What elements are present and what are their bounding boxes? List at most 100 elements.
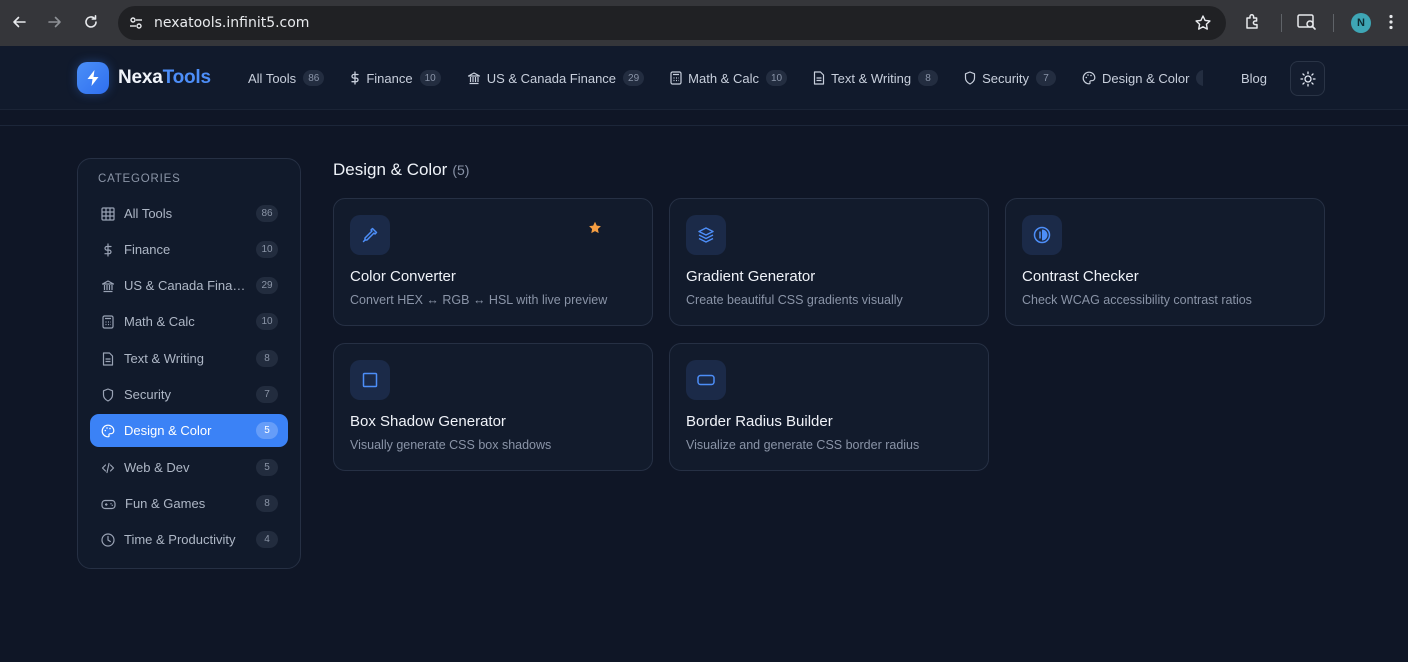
- sidebar-item-web-dev[interactable]: Web & Dev 5: [90, 451, 288, 484]
- eyedropper-icon: [350, 215, 390, 255]
- document-icon: [813, 71, 831, 85]
- sidebar-item-label: Security: [124, 387, 171, 402]
- sidebar-item-time-productivity[interactable]: Time & Productivity 4: [90, 523, 288, 556]
- logo-bolt-icon[interactable]: [77, 62, 109, 94]
- sidebar-item-security[interactable]: Security 7: [90, 378, 288, 411]
- card-title: Box Shadow Generator: [350, 413, 506, 430]
- contrast-icon: [1022, 215, 1062, 255]
- document-icon: [101, 351, 124, 366]
- topnav-label: All Tools: [248, 70, 297, 86]
- count-badge: 86: [303, 70, 325, 86]
- topnav-label: Text & Writing: [831, 70, 912, 86]
- card-title: Gradient Generator: [686, 268, 816, 285]
- square-icon: [350, 360, 390, 400]
- profile-avatar[interactable]: N: [1351, 13, 1371, 33]
- more-menu-icon[interactable]: [1389, 14, 1393, 30]
- count-badge: 29: [256, 277, 278, 294]
- favorite-star-icon[interactable]: [588, 221, 602, 235]
- card-description: Create beautiful CSS gradients visually: [686, 293, 903, 307]
- tool-card-color-converter[interactable]: Color Converter Convert HEX ↔ RGB ↔ HSL …: [333, 198, 653, 326]
- count-badge: 10: [765, 70, 788, 86]
- logo[interactable]: NexaTools: [118, 67, 211, 89]
- count-badge: 5: [1196, 70, 1203, 86]
- sidebar-item-label: All Tools: [124, 206, 173, 221]
- card-title: Contrast Checker: [1022, 268, 1139, 285]
- layers-icon: [686, 215, 726, 255]
- topnav-us-canada-finance[interactable]: US & Canada Finance 29: [467, 68, 645, 88]
- palette-icon: [101, 424, 124, 438]
- count-badge: 86: [256, 205, 278, 222]
- count-badge: 10: [256, 313, 278, 330]
- tool-card-border-radius-builder[interactable]: Border Radius Builder Visualize and gene…: [669, 343, 989, 471]
- tool-card-box-shadow-generator[interactable]: Box Shadow Generator Visually generate C…: [333, 343, 653, 471]
- sidebar-heading: CATEGORIES: [98, 173, 181, 185]
- page-title: Design & Color (5): [333, 160, 470, 179]
- site-header: NexaTools All Tools 86 Finance 10 US & C…: [0, 46, 1408, 126]
- count-badge: 29: [623, 70, 645, 86]
- count-badge: 10: [419, 70, 441, 86]
- count-badge: 8: [256, 350, 278, 367]
- count-badge: 4: [256, 531, 278, 548]
- card-title: Border Radius Builder: [686, 413, 833, 430]
- bank-icon: [467, 71, 487, 85]
- card-description: Visualize and generate CSS border radius: [686, 438, 920, 452]
- tab-search-icon[interactable]: [1296, 12, 1318, 32]
- tool-card-contrast-checker[interactable]: Contrast Checker Check WCAG accessibilit…: [1005, 198, 1325, 326]
- topnav-label: Design & Color: [1102, 70, 1190, 86]
- gamepad-icon: [101, 497, 125, 511]
- count-badge: 8: [918, 70, 939, 86]
- bookmark-star-icon[interactable]: [1194, 14, 1212, 32]
- topnav-security[interactable]: Security 7: [964, 68, 1057, 88]
- sidebar-item-label: Web & Dev: [124, 460, 190, 475]
- topnav-finance[interactable]: Finance 10: [350, 68, 441, 88]
- sidebar-item-fun-games[interactable]: Fun & Games 8: [90, 487, 288, 520]
- grid-icon: [101, 206, 124, 221]
- count-badge: 7: [1036, 70, 1057, 86]
- topnav-label: Security: [982, 70, 1030, 86]
- sidebar-item-all-tools[interactable]: All Tools 86: [90, 197, 288, 230]
- bank-icon: [101, 279, 124, 293]
- count-badge: 10: [256, 241, 278, 258]
- sidebar-item-text-writing[interactable]: Text & Writing 8: [90, 342, 288, 375]
- dollar-icon: [101, 242, 124, 257]
- sidebar-item-label: Fun & Games: [125, 496, 206, 511]
- palette-icon: [1082, 71, 1102, 85]
- topnav-label: Math & Calc: [688, 70, 759, 86]
- topnav-design-color[interactable]: Design & Color 5: [1082, 68, 1203, 88]
- sidebar-item-label: US & Canada Finance: [124, 278, 254, 293]
- theme-toggle-button[interactable]: [1290, 61, 1325, 96]
- topnav-all-tools[interactable]: All Tools 86: [248, 68, 325, 88]
- code-icon: [101, 461, 124, 475]
- card-description: Check WCAG accessibility contrast ratios: [1022, 293, 1252, 307]
- sidebar-item-finance[interactable]: Finance 10: [90, 233, 288, 266]
- topnav-math-calc[interactable]: Math & Calc 10: [670, 68, 788, 88]
- url-text[interactable]: nexatools.infinit5.com: [154, 15, 309, 31]
- count-badge: 8: [256, 495, 278, 512]
- back-icon[interactable]: [8, 11, 30, 33]
- site-settings-icon[interactable]: [128, 15, 144, 31]
- topnav-label: Finance: [366, 70, 413, 86]
- card-title: Color Converter: [350, 268, 456, 285]
- shield-icon: [964, 71, 982, 85]
- sidebar-item-label: Design & Color: [124, 423, 212, 438]
- sidebar-item-math-calc[interactable]: Math & Calc 10: [90, 305, 288, 338]
- tool-card-gradient-generator[interactable]: Gradient Generator Create beautiful CSS …: [669, 198, 989, 326]
- rounded-rect-icon: [686, 360, 726, 400]
- extensions-icon[interactable]: [1243, 12, 1263, 32]
- sidebar-item-us-canada-finance[interactable]: US & Canada Finance 29: [90, 269, 288, 302]
- topnav-text-writing[interactable]: Text & Writing 8: [813, 68, 939, 88]
- tool-count: (5): [452, 162, 470, 178]
- toolbar-divider: [1281, 14, 1282, 32]
- calculator-icon: [670, 71, 688, 85]
- sidebar-item-design-color[interactable]: Design & Color 5: [90, 414, 288, 447]
- sidebar-item-label: Math & Calc: [124, 314, 195, 329]
- count-badge: 5: [256, 459, 278, 476]
- address-bar[interactable]: nexatools.infinit5.com: [118, 6, 1226, 40]
- reload-icon[interactable]: [80, 11, 102, 33]
- topnav-label: US & Canada Finance: [486, 70, 617, 86]
- browser-toolbar: nexatools.infinit5.com N: [0, 0, 1408, 46]
- dollar-icon: [350, 71, 366, 85]
- forward-icon[interactable]: [44, 11, 66, 33]
- top-navigation: All Tools 86 Finance 10 US & Canada Fina…: [248, 68, 1203, 88]
- blog-link[interactable]: Blog: [1241, 71, 1267, 86]
